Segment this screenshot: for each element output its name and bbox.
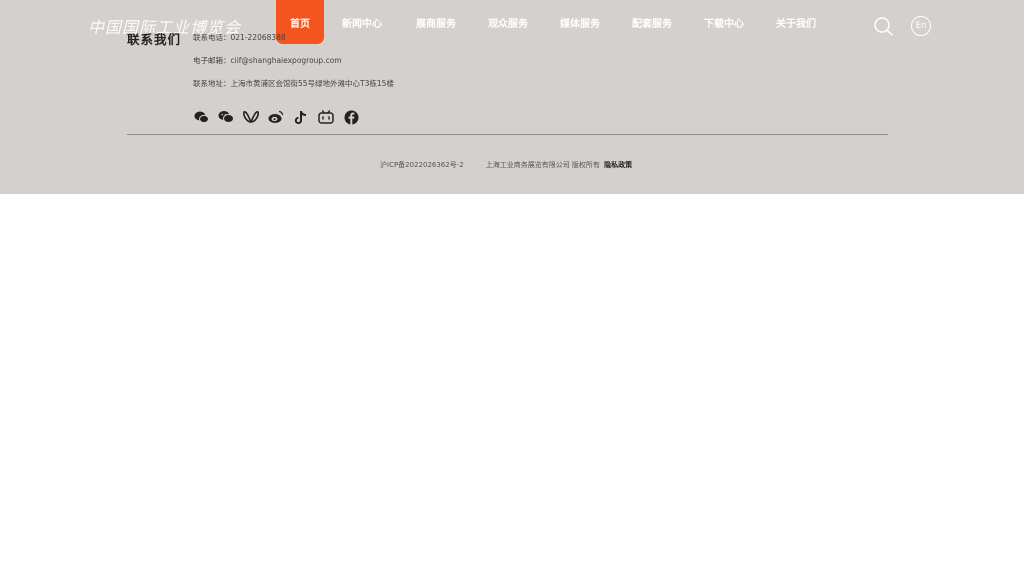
tiktok-icon[interactable] [293,109,309,125]
social-links [193,109,359,125]
language-toggle-button[interactable]: En [911,16,931,36]
chat-bubbles-icon[interactable] [193,109,209,125]
page: 中国国际工业博览会 首页 新闻中心 展商服务 观众服务 媒体服务 配套服务 下载… [0,0,1024,576]
facebook-icon[interactable] [343,109,359,125]
nav-about-us[interactable]: 关于我们 [760,0,832,44]
copyright-notice: 上海工业商务展览有限公司 版权所有 隐私政策 [486,160,632,170]
nav-news[interactable]: 新闻中心 [324,0,400,44]
footer-divider [127,134,888,135]
site-footer: 中国国际工业博览会 首页 新闻中心 展商服务 观众服务 媒体服务 配套服务 下载… [0,0,1024,194]
nav-support-services[interactable]: 配套服务 [616,0,688,44]
footer-bottom-bar: 沪ICP备2022026362号-2 上海工业商务展览有限公司 版权所有 隐私政… [380,160,632,170]
contact-address: 联系地址：上海市黄浦区会馆街55号绿地外滩中心T3栋15楼 [193,79,394,88]
copyright-text: 上海工业商务展览有限公司 版权所有 [485,161,600,169]
nav-exhibitor-services[interactable]: 展商服务 [400,0,472,44]
icp-link[interactable]: 沪ICP备2022026362号-2 [380,160,464,170]
wechat-icon[interactable] [218,109,234,125]
weixin-channel-icon[interactable] [243,109,259,125]
main-nav: 首页 新闻中心 展商服务 观众服务 媒体服务 配套服务 下载中心 关于我们 [276,0,832,44]
contact-title: 联系我们 [127,32,182,47]
bilibili-icon[interactable] [318,109,334,125]
contact-phone: 联系电话：021-22068388 [193,33,286,42]
privacy-policy-link[interactable]: 隐私政策 [604,161,632,169]
search-icon[interactable] [873,16,893,36]
nav-media-services[interactable]: 媒体服务 [544,0,616,44]
weibo-icon[interactable] [268,109,284,125]
nav-visitor-services[interactable]: 观众服务 [472,0,544,44]
contact-email: 电子邮箱：ciif@shanghaiexpogroup.com [193,56,342,65]
nav-downloads[interactable]: 下载中心 [688,0,760,44]
